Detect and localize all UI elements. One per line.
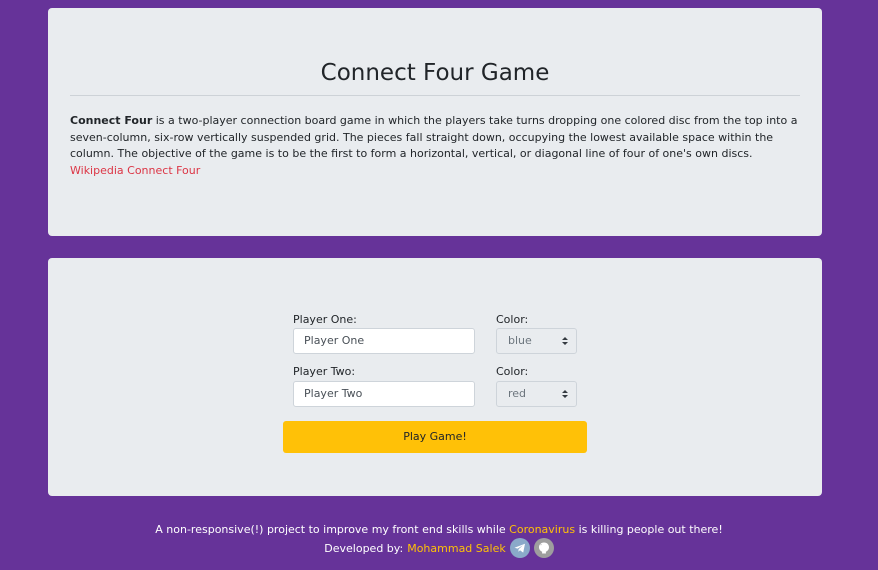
player-two-label: Player Two: — [293, 365, 356, 378]
player-one-color-value: blue — [508, 334, 532, 347]
setup-panel: Player One: Player One Color: blue Playe… — [48, 258, 822, 496]
footer-text-after: is killing people out there! — [575, 523, 723, 536]
player-one-color-select[interactable]: blue — [496, 328, 577, 354]
wikipedia-link[interactable]: Wikipedia Connect Four — [70, 164, 200, 177]
info-panel: Connect Four Game Connect Four is a two-… — [48, 8, 822, 236]
github-icon[interactable] — [533, 538, 554, 558]
player-two-input[interactable]: Player Two — [293, 381, 475, 407]
player-one-color-label: Color: — [496, 313, 529, 326]
player-one-input[interactable]: Player One — [293, 328, 475, 354]
play-game-button[interactable]: Play Game! — [283, 421, 587, 453]
player-one-label: Player One: — [293, 313, 357, 326]
player-two-color-select[interactable]: red — [496, 381, 577, 407]
select-arrows-icon — [562, 390, 568, 398]
developed-by-label: Developed by: — [324, 541, 404, 555]
developer-link[interactable]: Mohammad Salek — [407, 540, 506, 557]
telegram-icon[interactable] — [509, 538, 530, 558]
game-description: Connect Four is a two-player connection … — [70, 113, 798, 163]
footer-line-2: Developed by: Mohammad Salek — [0, 538, 878, 558]
page-title: Connect Four Game — [320, 60, 550, 86]
player-two-color-label: Color: — [496, 365, 529, 378]
description-bold: Connect Four — [70, 114, 153, 127]
footer-text-before: A non-responsive(!) project to improve m… — [155, 523, 510, 536]
coronavirus-link[interactable]: Coronavirus — [509, 523, 575, 536]
player-two-color-value: red — [508, 387, 527, 400]
select-arrows-icon — [562, 337, 568, 345]
footer: A non-responsive(!) project to improve m… — [0, 521, 878, 558]
divider — [70, 95, 800, 96]
footer-line-1: A non-responsive(!) project to improve m… — [0, 521, 878, 538]
description-text: is a two-player connection board game in… — [70, 114, 798, 160]
